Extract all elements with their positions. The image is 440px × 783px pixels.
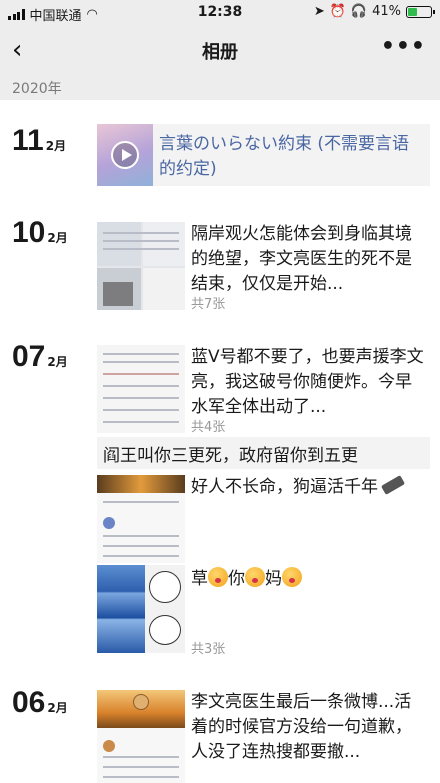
photo-count: 共4张 [191,420,226,435]
post-thumbnail[interactable] [97,690,185,783]
quote-text: 阎王叫你三更死，政府留你到五更 [103,446,358,466]
entry-date: 10 2月 [12,216,68,250]
kiss-emoji-icon [245,567,265,587]
post-text-content: 好人不长命，狗逼活千年 [191,477,378,497]
status-right: ➤ ⏰ 🎧 41% [313,4,435,19]
year-label: 2020年 [12,81,62,97]
nav-bar: ‹ 相册 ••• [0,26,440,74]
location-icon: ➤ [313,4,325,19]
post-text[interactable]: 隔岸观火怎能体会到身临其境的绝望，李文亮医生的死不是结束，仅仅是开始... [191,222,427,297]
emoji-text-part: 你 [228,569,245,589]
year-header: 2020年 [0,74,440,100]
date-month: 2月 [45,139,67,153]
date-day: 06 [12,686,46,719]
video-thumbnail [97,124,153,186]
entry-date: 07 2月 [12,340,68,374]
post-thumbnail[interactable] [97,475,185,563]
post-text[interactable]: 李文亮医生最后一条微博...活着的时候官方没给一句道歉，人没了连热搜都要撤... [191,690,427,765]
video-title: 言葉のいらない約束 (不需要言语的约定) [159,134,410,179]
alarm-icon: ⏰ [329,4,346,19]
post-thumbnail[interactable] [97,222,185,310]
emoji-text-part: 草 [191,569,208,589]
status-bar: 中国联通 ◠ 12:38 ➤ ⏰ 🎧 41% [0,0,440,26]
pencil-icon [380,475,406,495]
date-day: 07 [12,340,46,373]
post-text[interactable]: 好人不长命，狗逼活千年 [191,475,427,500]
kiss-emoji-icon [208,567,228,587]
post-thumbnail[interactable] [97,345,185,433]
date-day: 10 [12,216,46,249]
entry-date: 11 2月 [12,124,66,158]
photo-count: 共7张 [191,297,226,312]
emoji-text-part: 妈 [265,569,282,589]
kiss-emoji-icon [282,567,302,587]
date-day: 11 [12,124,44,157]
entry-date: 06 2月 [12,686,68,720]
page-title: 相册 [202,42,238,63]
play-icon [111,141,139,169]
date-month: 2月 [47,701,68,715]
battery-icon [406,5,435,18]
post-thumbnail[interactable] [97,565,185,653]
date-month: 2月 [47,231,68,245]
more-dots-icon[interactable]: ••• [381,34,426,59]
battery-percent: 41% [372,4,401,19]
date-month: 2月 [47,355,68,369]
headphones-icon: 🎧 [350,4,368,19]
photo-count: 共3张 [191,642,226,657]
emoji-text[interactable]: 草你妈 [191,567,427,592]
post-text[interactable]: 蓝V号都不要了，也要声援李文亮，我这破号你随便炸。今早水军全体出动了... [191,345,427,420]
shared-quote[interactable]: 阎王叫你三更死，政府留你到五更 [97,437,430,469]
video-post[interactable]: 言葉のいらない約束 (不需要言语的约定) [97,124,430,186]
